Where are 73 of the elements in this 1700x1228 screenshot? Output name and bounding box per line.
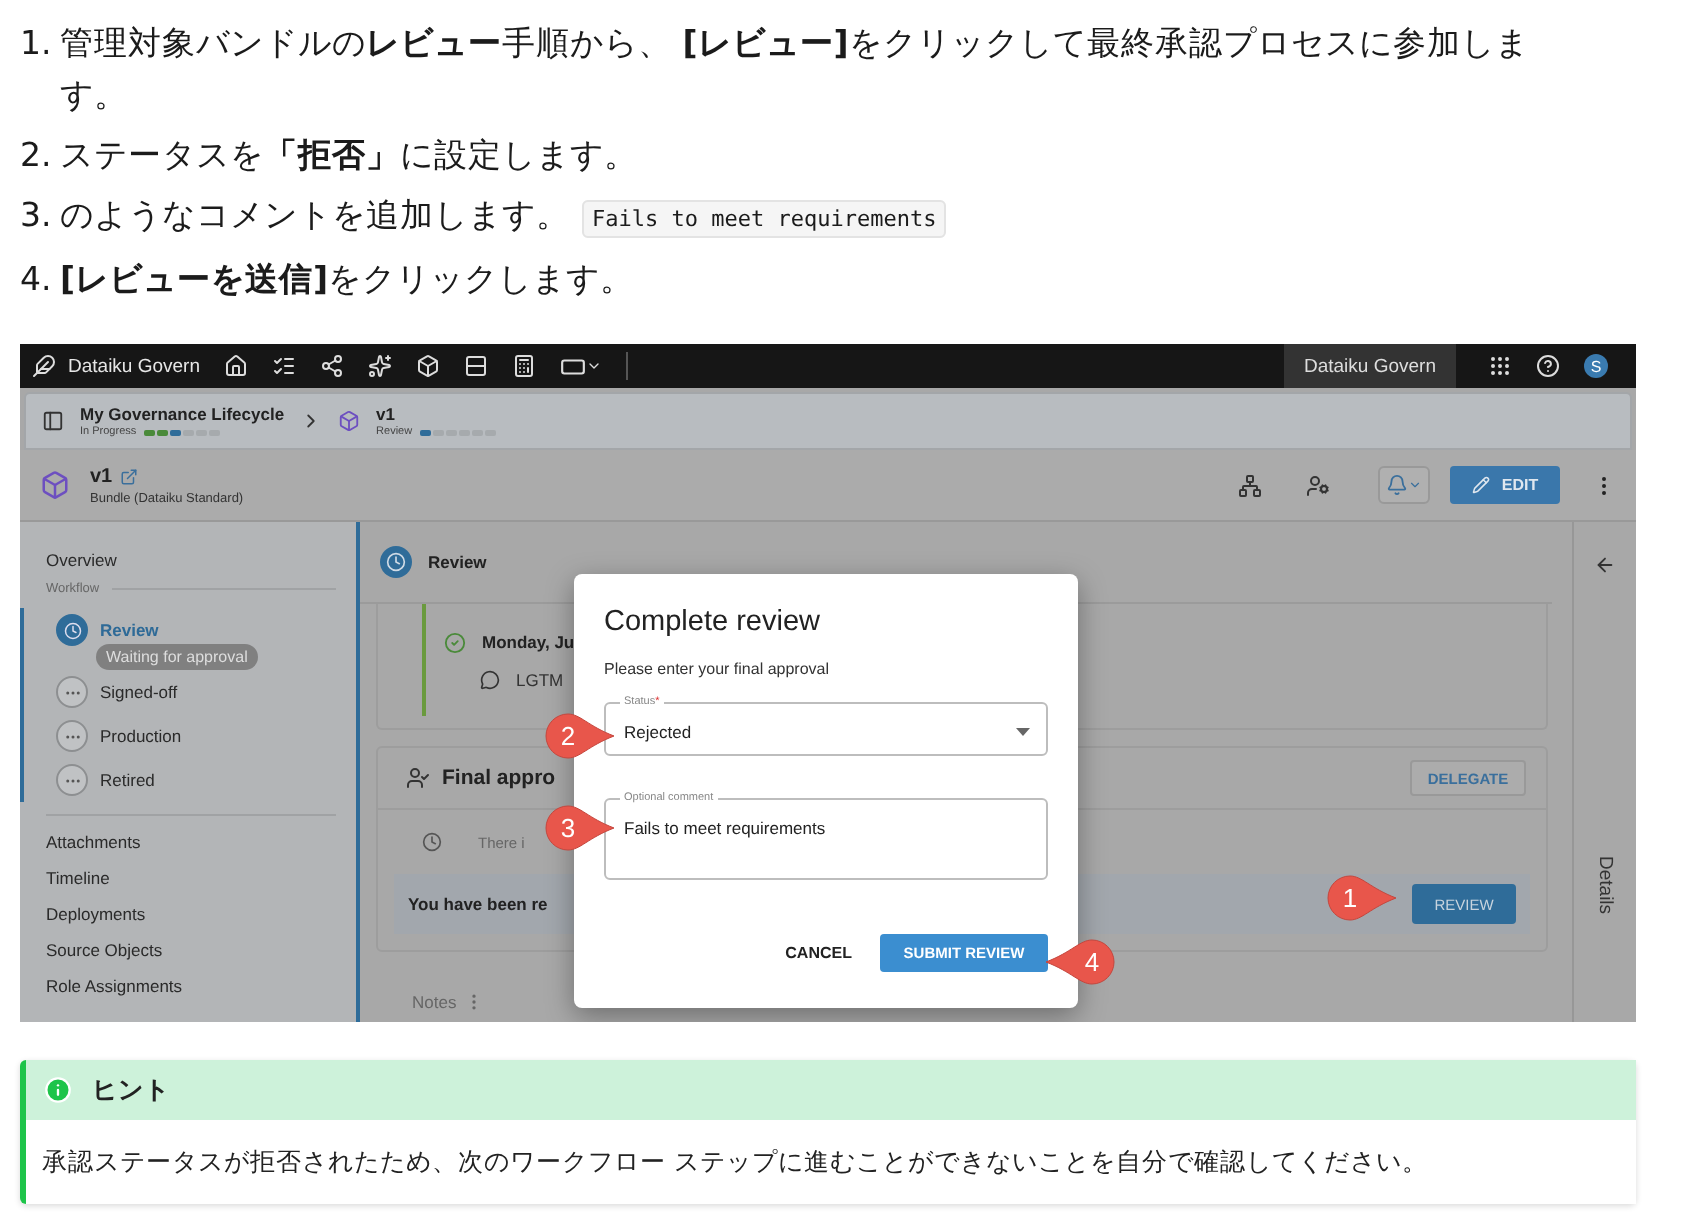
step-callout: 4	[1044, 938, 1116, 986]
details-tab[interactable]: Details	[1594, 856, 1616, 915]
step-text: [レビューを送信]をクリックします。	[60, 260, 635, 298]
step-callout: 2	[544, 712, 616, 760]
comment-text: LGTM	[516, 669, 564, 689]
workflow-step[interactable]: Retired	[56, 758, 155, 802]
panel-icon[interactable]	[42, 410, 64, 432]
hierarchy-icon[interactable]	[1238, 473, 1262, 497]
dialog-title: Complete review	[604, 606, 822, 638]
sidebar-link[interactable]: Attachments	[20, 824, 356, 860]
user-avatar[interactable]: S	[1584, 354, 1608, 378]
notice-text: You have been re	[408, 894, 548, 914]
pencil-icon	[1471, 476, 1490, 494]
step-number: 4.	[20, 258, 54, 302]
breadcrumb-link[interactable]: v1	[376, 404, 497, 424]
sparkles-icon[interactable]	[368, 354, 393, 378]
clock-icon	[56, 614, 88, 646]
sidebar-link[interactable]: Source Objects	[20, 932, 356, 968]
arrow-left-icon[interactable]	[1594, 554, 1616, 576]
edit-button[interactable]: EDIT	[1450, 466, 1560, 504]
cube-icon	[40, 470, 70, 500]
step-text: のようなコメントを追加します。	[60, 196, 570, 234]
status-badge: Waiting for approval	[96, 644, 258, 670]
clock-icon	[422, 832, 442, 852]
checklist-icon[interactable]	[272, 354, 297, 378]
home-icon[interactable]	[224, 354, 249, 378]
chevron-down-icon	[1408, 478, 1422, 492]
clock-icon	[380, 546, 412, 578]
nodes-icon[interactable]	[320, 354, 345, 378]
window-dropdown-icon[interactable]	[560, 353, 603, 379]
workflow-step[interactable]: Production	[56, 714, 182, 758]
dialog-prompt: Please enter your final approval	[604, 660, 832, 678]
workspace-name: Dataiku Govern	[1283, 344, 1456, 388]
apps-grid-icon[interactable]	[1488, 354, 1512, 378]
section-title: Review	[428, 552, 487, 572]
check-circle-icon	[444, 631, 466, 653]
cube-icon[interactable]	[416, 354, 441, 378]
event-date: Monday, Ju	[482, 632, 575, 652]
workflow-step[interactable]: Signed-off	[56, 670, 178, 714]
info-icon	[44, 1076, 72, 1104]
calculator-icon[interactable]	[512, 354, 537, 378]
sidebar-link[interactable]: Timeline	[20, 860, 356, 896]
step-callout: 1	[1326, 874, 1398, 922]
hint-text: 承認ステータスが拒否されたため、次のワークフロー ステップに進むことができないことを自分で確認してください。	[26, 1120, 1636, 1204]
cube-icon	[338, 410, 361, 432]
breadcrumb-link[interactable]: My Governance Lifecycle	[80, 404, 285, 424]
step-callout: 3	[544, 804, 616, 852]
step-number: 2.	[20, 134, 54, 178]
ellipsis-icon	[56, 676, 88, 708]
notes-label: Notes	[412, 992, 457, 1012]
item-title: v1	[90, 465, 113, 487]
rows-icon[interactable]	[464, 354, 489, 378]
sidebar-link[interactable]: Role Assignments	[20, 968, 356, 1004]
bird-logo-icon	[32, 354, 56, 378]
step-number: 1.	[20, 22, 54, 66]
user-settings-icon[interactable]	[1306, 473, 1330, 497]
step-text: 管理対象バンドルのレビュー手順から、 [レビュー]をクリックして最終承認プロセスに参加します。	[60, 24, 1529, 114]
ellipsis-icon	[56, 720, 88, 752]
bell-icon	[1386, 474, 1408, 496]
card-title: Final appro	[442, 766, 556, 790]
comment-icon	[480, 669, 500, 689]
sidebar-link[interactable]: Deployments	[20, 896, 356, 932]
help-icon[interactable]	[1536, 354, 1560, 378]
sidebar-link[interactable]: Overview	[20, 542, 356, 578]
ellipsis-icon	[56, 764, 88, 796]
brand-name: Dataiku Govern	[68, 355, 201, 377]
cancel-button[interactable]: CANCEL	[785, 944, 852, 962]
hint-title: ヒント	[92, 1073, 170, 1107]
user-check-icon	[406, 766, 430, 790]
step-text: ステータスを「拒否」に設定します。	[60, 136, 638, 174]
code-snippet: Fails to meet requirements	[582, 200, 947, 238]
caret-icon	[1016, 728, 1030, 736]
step-number: 3.	[20, 194, 54, 238]
